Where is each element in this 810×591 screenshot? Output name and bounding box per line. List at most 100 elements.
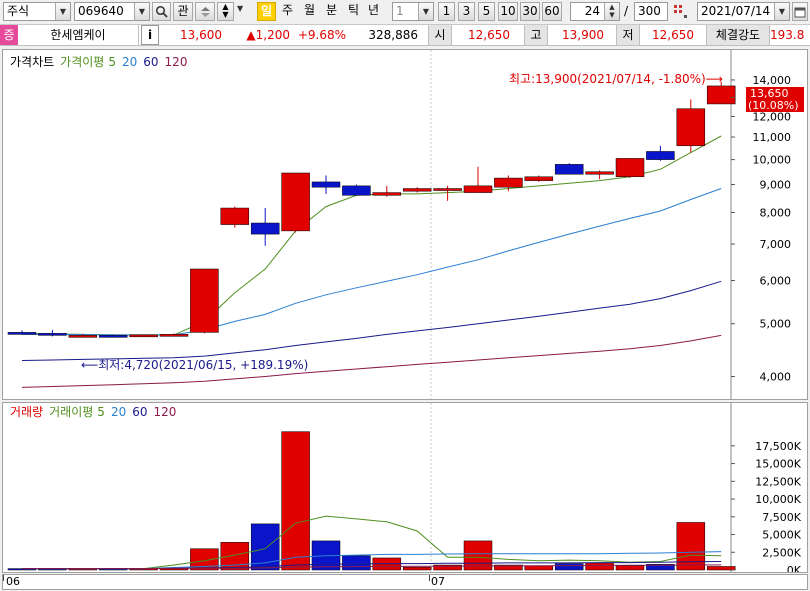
candle-body [463, 185, 493, 193]
tab-minute[interactable]: 분 [322, 2, 341, 21]
candle-body [585, 171, 614, 175]
volume-bar [676, 522, 706, 571]
candle-body [7, 332, 37, 335]
chevron-down-icon[interactable]: ▼ [237, 4, 243, 13]
high-label: 고 [524, 25, 548, 45]
interval-30-button[interactable]: 30 [520, 2, 540, 21]
low-label: 저 [616, 25, 640, 45]
y-tick-label: 11,000 [753, 131, 792, 144]
min-annotation: ⟵최저:4,720(2021/06/15, +189.19%) [81, 358, 308, 372]
open-label: 시 [428, 25, 452, 45]
last-price-pct: (10.08%) [748, 99, 799, 112]
info-button[interactable]: i [141, 25, 159, 45]
y-tick-label: 7,000 [760, 238, 792, 251]
x-tick-label: 06 [6, 575, 20, 588]
interval-1-button[interactable]: 1 [438, 2, 455, 21]
candle-body [342, 185, 371, 196]
y-tick-label: 6,000 [760, 275, 792, 288]
volume-bar [281, 431, 310, 571]
tab-week[interactable]: 주 [278, 2, 297, 21]
total-count-input[interactable]: 300 [634, 2, 668, 21]
price-change-pct: +9.68% [297, 28, 346, 42]
candle-body [433, 188, 462, 191]
y-tick-label: 10,000 [753, 154, 792, 167]
view-count-input[interactable]: 24 ▲ ▼ [570, 2, 620, 21]
tab-month[interactable]: 월 [300, 2, 319, 21]
volume-bar [524, 565, 554, 571]
candle-body [554, 164, 584, 175]
chevron-down-icon[interactable]: ▼ [774, 3, 789, 20]
interval-60-button[interactable]: 60 [542, 2, 562, 21]
legend-ma20: 20 [122, 55, 137, 69]
y-tick-label: 5,000 [760, 318, 792, 331]
legend-vol-ma: 거래이평 [49, 405, 93, 419]
tab-year[interactable]: 년 [364, 2, 383, 21]
y-tick-label: 4,000 [760, 371, 792, 384]
calendar-button[interactable] [792, 2, 808, 21]
price-chart-panel[interactable]: 14,00013,00012,00011,00010,0009,0008,000… [2, 49, 808, 400]
volume-chart[interactable]: 17,500K 15,000K 12,500K 10,000K 7,500K 5,000K… [3, 403, 807, 572]
legend-vol-ma20: 20 [111, 405, 126, 419]
candle-body [281, 172, 310, 232]
toolbar: 주식 ▼ 069640 ▼ 관 ▲ ▼ ▼ 일 주 월 분 틱 년 1 ▼ 1 3… [0, 0, 810, 25]
view-count-value: 24 [584, 4, 600, 18]
x-axis: 06 07 [2, 574, 808, 590]
market-select[interactable]: 주식 ▼ [3, 2, 71, 21]
tab-day[interactable]: 일 [257, 2, 276, 21]
tab-tick[interactable]: 틱 [344, 2, 363, 21]
strength-label: 체결강도 [706, 25, 770, 45]
stock-name: 한세엠케이 [18, 25, 139, 45]
candle-body [250, 222, 280, 235]
low-value: 12,650 [652, 28, 694, 42]
candle-body [524, 176, 554, 181]
stock-code-input[interactable]: 069640 ▼ [74, 2, 150, 21]
candle-body [676, 108, 706, 147]
search-button[interactable] [152, 2, 171, 21]
watchlist-button[interactable]: 관 [173, 2, 193, 21]
market-badge: 증 [0, 25, 18, 45]
volume-chart-panel[interactable]: 17,500K 15,000K 12,500K 10,000K 7,500K 5,000K… [2, 402, 808, 573]
chevron-down-icon[interactable]: ▼ [418, 3, 433, 20]
stock-code-value: 069640 [78, 4, 124, 18]
volume-bar [615, 565, 645, 571]
y-tick-label: 7,500K [762, 511, 801, 524]
chevron-down-icon[interactable]: ▼ [134, 3, 149, 20]
candle-body [220, 207, 250, 225]
candle-body [98, 335, 128, 338]
y-tick-label: 17,500K [755, 440, 801, 453]
interval-5-button[interactable]: 5 [478, 2, 495, 21]
legend-item: 가격차트 가격이평 5 20 60 120 [10, 55, 187, 69]
y-tick-label: 12,000 [753, 110, 792, 123]
interval-10-button[interactable]: 10 [498, 2, 518, 21]
x-tick-label: 07 [431, 575, 445, 588]
spinner-icon[interactable]: ▲ ▼ [604, 3, 619, 20]
volume-bar [585, 562, 614, 571]
candle-body [494, 177, 523, 188]
date-picker[interactable]: 2021/07/14 ▼ [697, 2, 790, 21]
grid-dots-icon [674, 5, 687, 18]
price-change: ▲1,200 [246, 28, 290, 42]
legend-price: 가격차트 [10, 55, 54, 69]
y-tick-label: 2,500K [762, 546, 801, 559]
chevron-down-icon[interactable]: ▼ [55, 3, 70, 20]
y-tick-label: 8,000 [760, 206, 792, 219]
price-chart[interactable]: 14,00013,00012,00011,00010,0009,0008,000… [3, 50, 807, 399]
x-tick [429, 575, 430, 581]
history-button[interactable] [195, 2, 215, 21]
candle-body [38, 333, 67, 336]
spin-down-icon[interactable]: ▼ [218, 11, 233, 19]
pin-icon[interactable] [672, 3, 688, 19]
interval-3-button[interactable]: 3 [458, 2, 475, 21]
candle-body [190, 268, 219, 333]
y-tick-label: 5,000K [762, 529, 801, 542]
legend-vol-ma60: 60 [132, 405, 147, 419]
strength-value: 193.8 [770, 28, 805, 42]
spinner-button[interactable]: ▲ ▼ [217, 2, 234, 21]
count-separator: / [624, 4, 629, 18]
ma-line-20 [22, 188, 722, 336]
interval-select[interactable]: 1 ▼ [392, 2, 434, 21]
magnifier-icon [155, 5, 168, 18]
volume-bar [554, 563, 584, 571]
legend-vol-ma5: 5 [97, 405, 105, 419]
quote-bar: 증 한세엠케이 i 13,600 ▲1,200 +9.68% 328,886 시… [0, 25, 810, 46]
